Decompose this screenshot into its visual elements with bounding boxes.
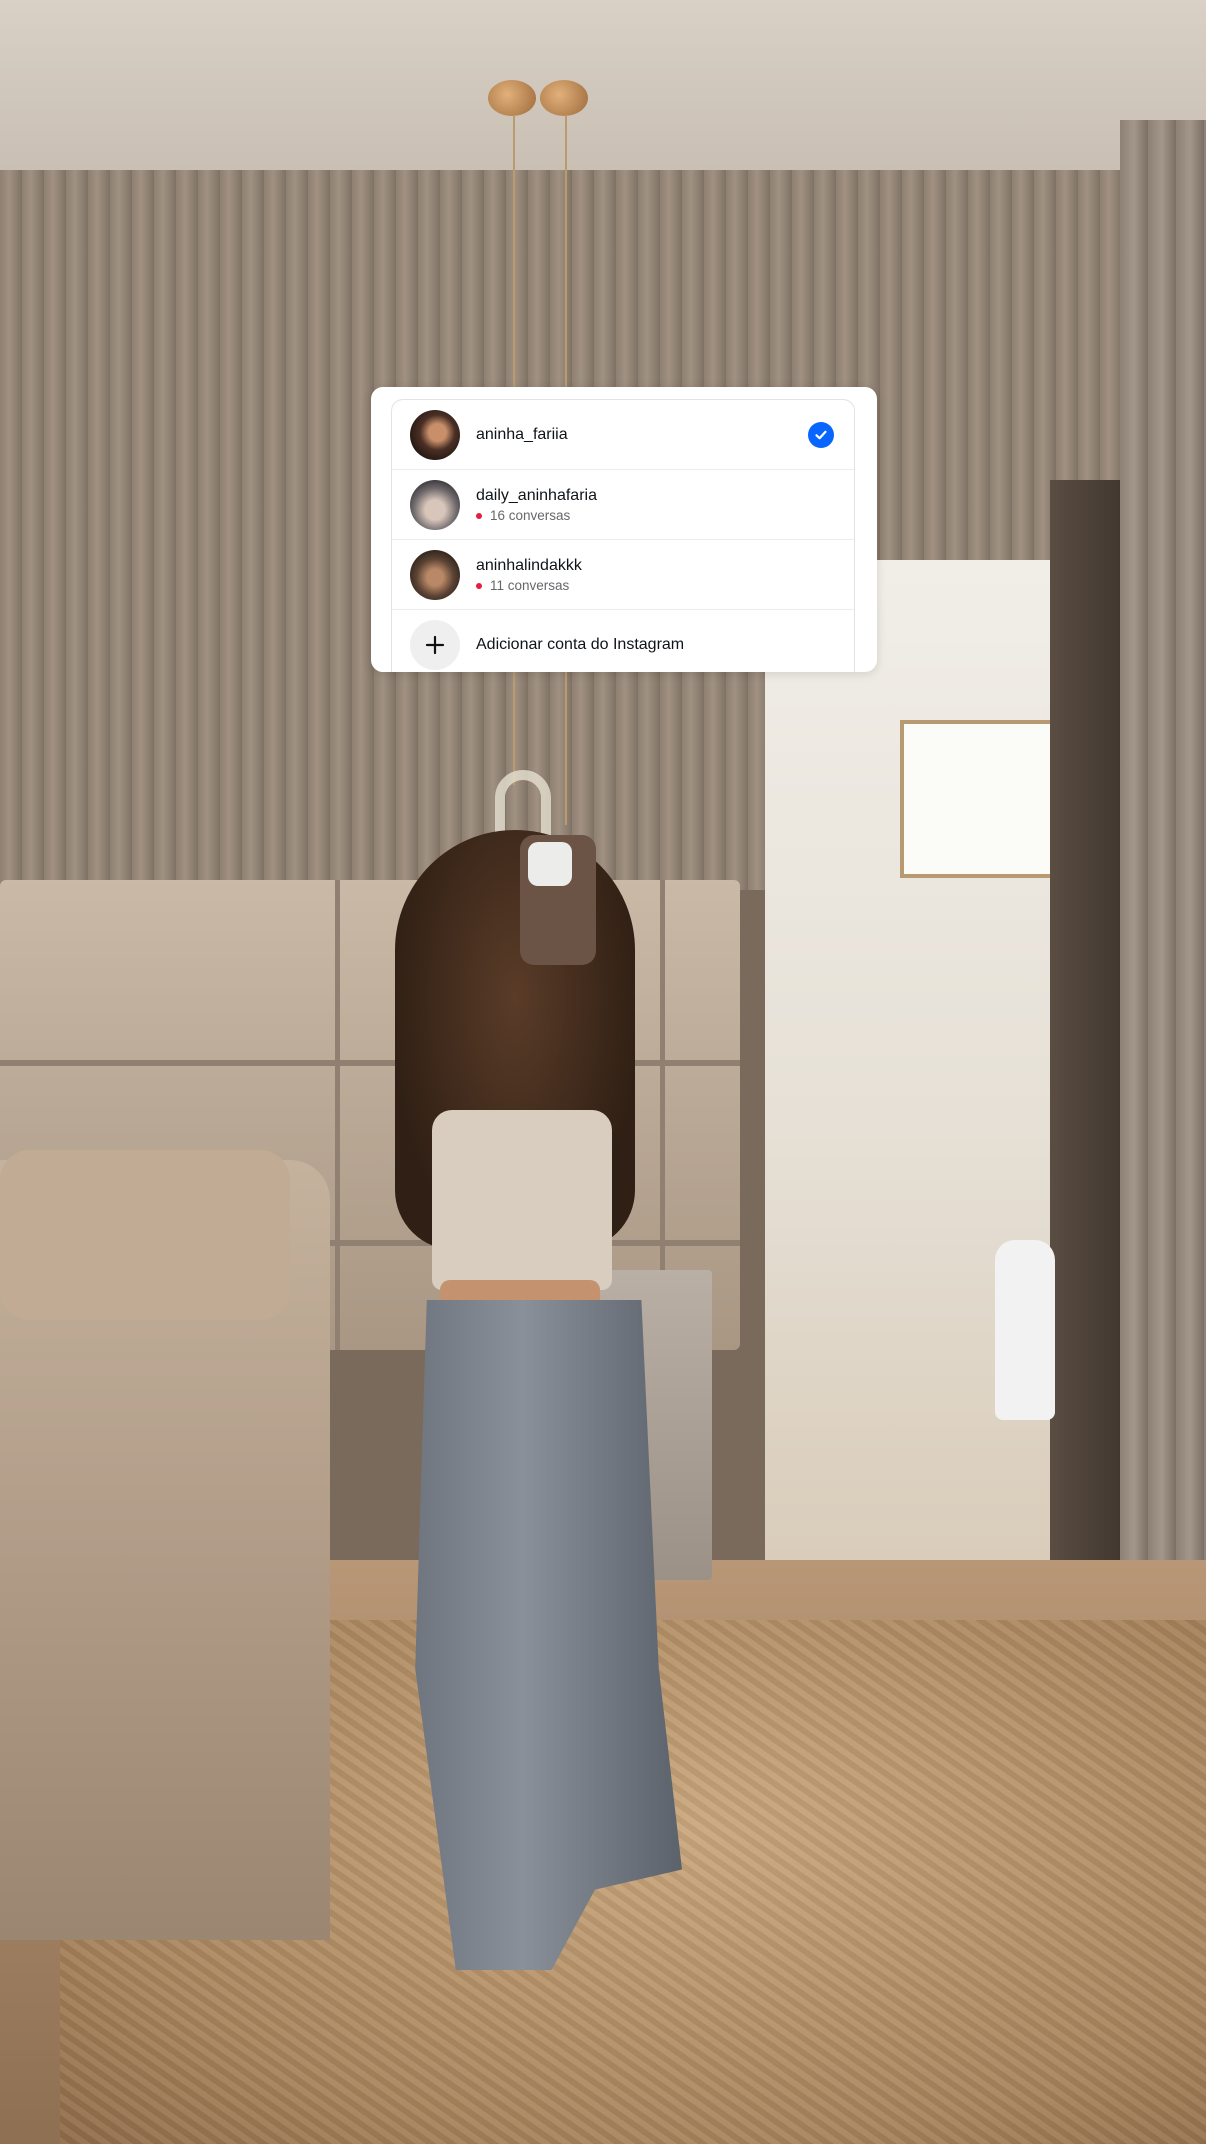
unread-count: 16 conversas xyxy=(490,508,571,523)
background-photo xyxy=(0,0,1206,2144)
add-account-label: Adicionar conta do Instagram xyxy=(476,636,685,653)
unread-info: 11 conversas xyxy=(476,578,582,593)
account-row-aninhalindakkk[interactable]: aninhalindakkk 11 conversas xyxy=(392,540,854,610)
pillow xyxy=(0,1150,290,1320)
account-username: aninhalindakkk xyxy=(476,557,582,574)
curtain xyxy=(1120,120,1206,1600)
unread-info: 16 conversas xyxy=(476,508,597,523)
avatar xyxy=(410,409,460,460)
shopping-bag xyxy=(995,1240,1055,1420)
plus-icon xyxy=(410,620,460,670)
account-switcher: aninha_fariia daily_aninhafaria 16 conve… xyxy=(371,387,877,672)
doorway xyxy=(765,560,1075,1590)
ceiling-lamp xyxy=(488,80,536,116)
phone-camera xyxy=(528,842,572,886)
unread-count: 11 conversas xyxy=(490,578,570,593)
ceiling-lamp xyxy=(540,80,588,116)
account-text: aninha_fariia xyxy=(476,425,568,445)
unread-dot-icon xyxy=(476,512,482,519)
avatar xyxy=(410,549,460,600)
account-list: aninha_fariia daily_aninhafaria 16 conve… xyxy=(391,399,855,672)
unread-dot-icon xyxy=(476,582,482,589)
account-username: aninha_fariia xyxy=(476,425,568,443)
account-text: aninhalindakkk 11 conversas xyxy=(476,556,582,593)
ceiling xyxy=(0,0,1206,190)
checkmark-icon xyxy=(808,422,834,448)
door xyxy=(1050,480,1130,1610)
account-row-daily_aninhafaria[interactable]: daily_aninhafaria 16 conversas xyxy=(392,470,854,540)
add-account-button[interactable]: Adicionar conta do Instagram xyxy=(392,610,854,672)
account-row-aninha_fariia[interactable]: aninha_fariia xyxy=(392,400,854,470)
avatar xyxy=(410,479,460,530)
person-top xyxy=(432,1110,612,1290)
account-username: daily_aninhafaria xyxy=(476,487,597,504)
account-text: daily_aninhafaria 16 conversas xyxy=(476,486,597,523)
